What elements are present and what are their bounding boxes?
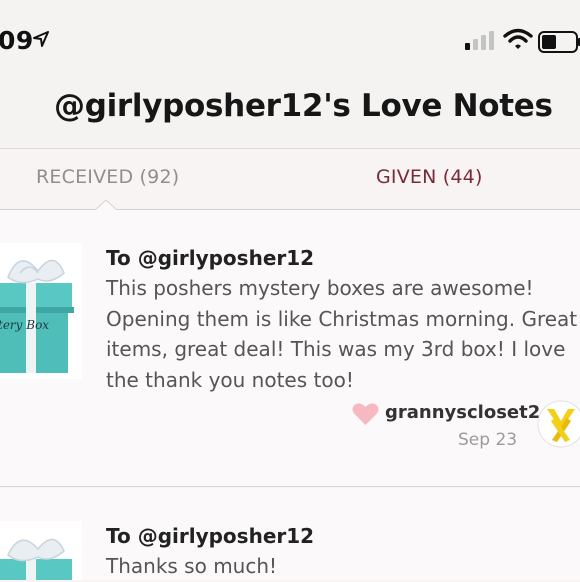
- note-recipient: To @girlyposher12: [106, 524, 315, 548]
- love-note-card[interactable]: tery Box To @girlyposher12 This poshers …: [0, 210, 580, 487]
- note-recipient: To @girlyposher12: [106, 246, 315, 270]
- gift-tag-text: tery Box: [0, 318, 49, 332]
- note-message: This poshers mystery boxes are awesome! …: [106, 276, 578, 392]
- battery-icon: [538, 31, 580, 53]
- tab-given[interactable]: GIVEN (44): [376, 166, 483, 188]
- mystery-box-image[interactable]: tery Box: [0, 243, 82, 379]
- cellular-signal-icon: [465, 31, 494, 50]
- note-message: Thanks so much!: [106, 554, 278, 578]
- page-title: @girlyposher12's Love Notes: [54, 88, 553, 124]
- wifi-icon: [503, 28, 533, 49]
- love-note-card[interactable]: To @girlyposher12 Thanks so much!: [0, 488, 580, 580]
- gift-box-icon: [0, 521, 82, 580]
- gift-box-icon: tery Box: [0, 243, 82, 379]
- sender-avatar[interactable]: [537, 400, 580, 448]
- mystery-box-image[interactable]: [0, 521, 82, 580]
- heart-icon[interactable]: [352, 402, 379, 426]
- status-time: 09: [0, 26, 34, 55]
- note-date: Sep 23: [458, 430, 518, 450]
- tab-received[interactable]: RECEIVED (92): [36, 166, 179, 188]
- sender-username[interactable]: grannyscloset2: [385, 402, 540, 423]
- location-arrow-icon: [33, 31, 49, 47]
